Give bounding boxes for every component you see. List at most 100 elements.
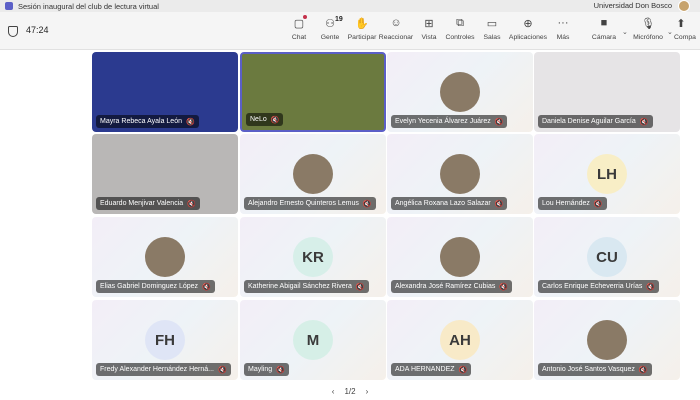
participant-name: Alejandro Ernesto Quinteros Lemus [248,200,359,207]
participant-name-label: Evelyn Yecenia Álvarez Juárez 🔇 [391,115,508,128]
participant-tile[interactable]: Elias Gabriel Dominguez López 🔇 [92,217,238,297]
camera-button[interactable]: ■ Cámara [586,16,622,48]
chat-icon: ▢ [292,15,307,30]
avatar: AH [440,320,480,360]
participant-name-label: Daniela Denise Aguilar García 🔇 [538,115,653,128]
participant-tile[interactable]: Mayra Rebeca Ayala León 🔇 [92,52,238,132]
people-button[interactable]: ⚇ 19 Gente [312,16,348,48]
teams-icon [5,2,13,10]
participant-name: Mayling [248,366,273,373]
participant-tile[interactable]: AH ADA HERNANDEZ 🔇 [387,300,533,380]
participant-tile[interactable]: Alexandra José Ramírez Cubias 🔇 [387,217,533,297]
participant-name: ADA HERNANDEZ [395,366,455,373]
apps-button[interactable]: ⊕ Aplicaciones [509,16,547,48]
participant-name: Carlos Enrique Echeverria Urías [542,283,643,290]
raise-hand-icon: ✋ [355,17,369,30]
participant-name: Daniela Denise Aguilar García [542,118,636,125]
user-avatar[interactable] [678,0,690,12]
mic-off-icon: 🔇 [276,366,285,374]
participant-name: Mayra Rebeca Ayala León [100,118,182,125]
participant-name-label: Lou Hernández 🔇 [538,197,607,210]
participant-name-label: Antonio José Santos Vasquez 🔇 [538,363,652,376]
participant-name-label: NeLo 🔇 [246,113,284,126]
participant-name-label: Angélica Roxana Lazo Salazar 🔇 [391,197,508,210]
participant-name-label: Fredy Alexander Hernández Herná... 🔇 [96,363,231,376]
participant-name: Angélica Roxana Lazo Salazar [395,200,491,207]
mic-off-icon: 🔇 [494,118,504,126]
participant-tile[interactable]: FH Fredy Alexander Hernández Herná... 🔇 [92,300,238,380]
chevron-right-icon[interactable]: › [366,387,369,396]
avatar: LH [587,154,627,194]
participant-name: Katherine Abigail Sánchez Rivera [248,283,352,290]
more-button[interactable]: ··· Más [545,16,581,48]
share-button[interactable]: ⬆ Compa [674,16,700,48]
mic-off-icon: 🔇 [270,116,280,124]
participant-name: Lou Hernández [542,200,590,207]
view-icon: ⊞ [424,17,434,30]
react-button[interactable]: ☺ Reaccionar [378,16,414,48]
participant-name-label: Katherine Abigail Sánchez Rivera 🔇 [244,280,369,293]
mic-off-icon: 🔇 [362,200,372,208]
mic-off-icon: 🔇 [639,118,649,126]
more-icon: ··· [557,17,569,29]
mic-off-icon: 🔇 [218,366,227,374]
participant-tile[interactable]: Angélica Roxana Lazo Salazar 🔇 [387,134,533,214]
chevron-down-icon[interactable]: ⌄ [622,28,628,36]
emoji-icon: ☺ [390,17,402,29]
controls-button[interactable]: ⧉ Controles [442,16,478,48]
participant-name-label: Eduardo Menjivar Valencia 🔇 [96,197,200,210]
avatar [293,154,333,194]
mic-off-icon: 🔇 [187,200,196,208]
chevron-left-icon[interactable]: ‹ [332,387,335,396]
page-indicator: 1/2 [344,386,356,396]
mic-off-icon: 🎙 [641,17,655,30]
participant-tile[interactable]: Eduardo Menjivar Valencia 🔇 [92,134,238,214]
mic-off-icon: 🔇 [185,118,195,126]
mic-off-icon: 🔇 [638,366,648,374]
participant-name-label: Mayra Rebeca Ayala León 🔇 [96,115,199,128]
mic-off-icon: 🔇 [499,283,509,291]
participant-tile[interactable]: Antonio José Santos Vasquez 🔇 [534,300,680,380]
avatar [440,72,480,112]
avatar: FH [145,320,185,360]
participant-name: NeLo [250,116,267,123]
mic-button[interactable]: 🎙 Micrófono [630,16,666,48]
mic-off-icon: 🔇 [593,200,603,208]
avatar: M [293,320,333,360]
participant-tile[interactable]: M Mayling 🔇 [240,300,386,380]
rooms-icon: ▭ [486,17,498,30]
title-bar: Sesión inaugural del club de lectura vir… [0,0,700,12]
avatar: CU [587,237,627,277]
participant-name-label: Alexandra José Ramírez Cubias 🔇 [391,280,513,293]
pager: ‹ 1/2 › [0,384,700,398]
participant-tile[interactable]: Evelyn Yecenia Álvarez Juárez 🔇 [387,52,533,132]
participant-tile[interactable]: Alejandro Ernesto Quinteros Lemus 🔇 [240,134,386,214]
participant-name-label: Mayling 🔇 [244,363,289,376]
participant-tile[interactable]: Daniela Denise Aguilar García 🔇 [534,52,680,132]
avatar [440,237,480,277]
mic-off-icon: 🔇 [494,200,504,208]
window-title: Sesión inaugural del club de lectura vir… [18,1,159,11]
raise-hand-button[interactable]: ✋ Participar [344,16,380,48]
participant-name: Eduardo Menjivar Valencia [100,200,184,207]
rooms-button[interactable]: ▭ Salas [474,16,510,48]
participant-tile[interactable]: KR Katherine Abigail Sánchez Rivera 🔇 [240,217,386,297]
mic-off-icon: 🔇 [355,283,365,291]
mic-off-icon: 🔇 [458,366,468,374]
shield-icon [8,26,18,37]
participant-name: Elias Gabriel Dominguez López [100,283,199,290]
participant-tile[interactable]: NeLo 🔇 [240,52,386,132]
avatar: KR [293,237,333,277]
participant-name: Evelyn Yecenia Álvarez Juárez [395,118,491,125]
participant-name-label: Carlos Enrique Echeverria Urías 🔇 [538,280,660,293]
avatar [587,320,627,360]
chevron-down-icon[interactable]: ⌄ [667,28,673,36]
participant-name: Antonio José Santos Vasquez [542,366,635,373]
avatar [145,237,185,277]
participant-name: Fredy Alexander Hernández Herná... [100,366,215,373]
participant-tile[interactable]: CU Carlos Enrique Echeverria Urías 🔇 [534,217,680,297]
participant-tile[interactable]: LH Lou Hernández 🔇 [534,134,680,214]
participant-name-label: Alejandro Ernesto Quinteros Lemus 🔇 [244,197,376,210]
participant-name: Alexandra José Ramírez Cubias [395,283,496,290]
avatar [440,154,480,194]
